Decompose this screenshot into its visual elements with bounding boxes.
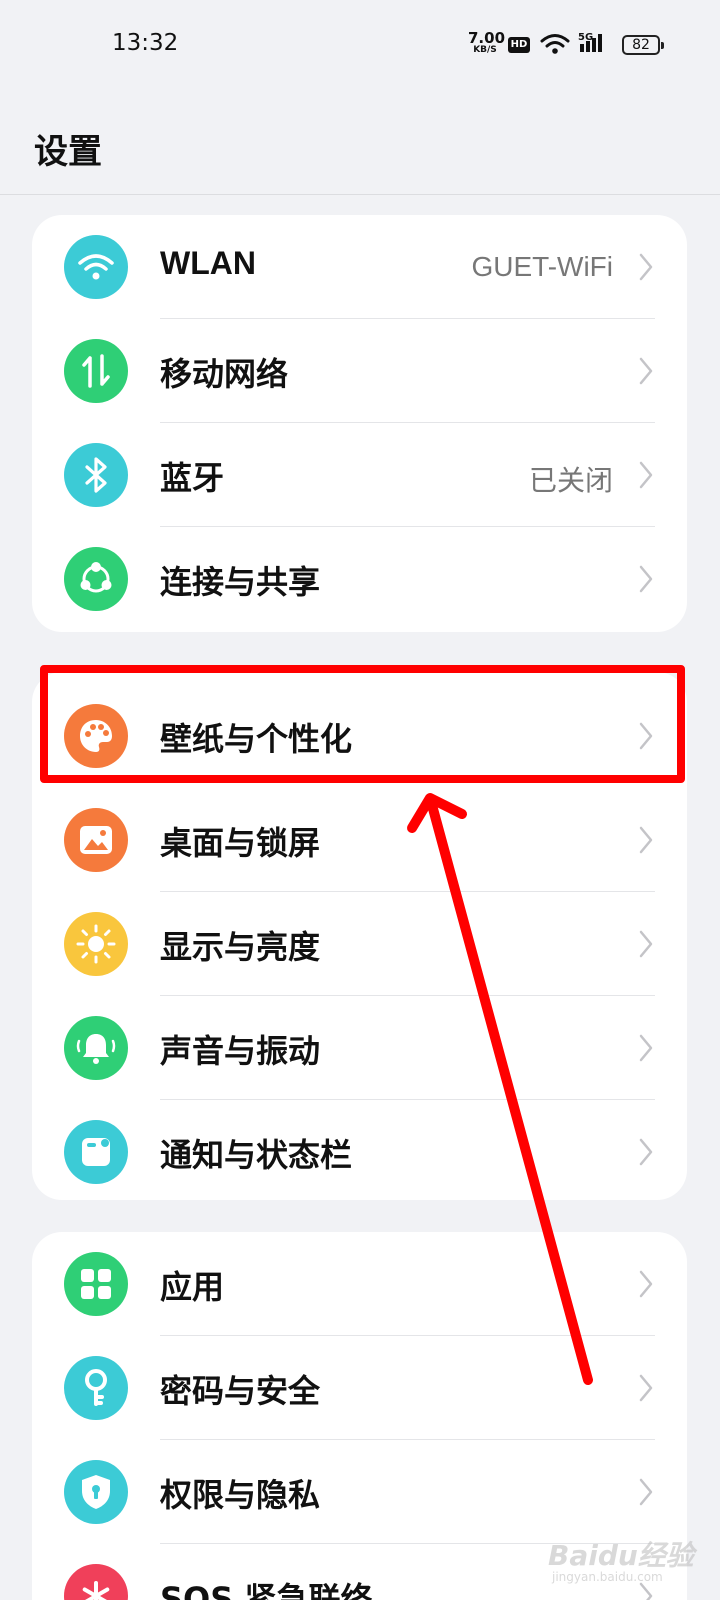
mobile-data-icon bbox=[64, 339, 128, 403]
status-time: 13:32 bbox=[112, 30, 179, 56]
network-speed-unit: KB/S bbox=[473, 45, 497, 55]
watermark-url: jingyan.baidu.com bbox=[552, 1570, 663, 1584]
bell-icon bbox=[64, 1016, 128, 1080]
settings-screen: 13:32 7.00 KB/S HD 5G 82 设置 WLAN GUET-Wi… bbox=[0, 0, 720, 1600]
shield-lock-icon bbox=[64, 1460, 128, 1524]
settings-item-label: 通知与状态栏 bbox=[160, 1136, 353, 1174]
settings-item-label: 应用 bbox=[160, 1268, 225, 1306]
settings-item-password-security[interactable]: 密码与安全 bbox=[32, 1336, 687, 1440]
chevron-right-icon bbox=[639, 565, 653, 597]
chevron-right-icon bbox=[639, 1138, 653, 1170]
chevron-right-icon bbox=[639, 1374, 653, 1406]
page-title: 设置 bbox=[34, 132, 102, 172]
settings-item-apps[interactable]: 应用 bbox=[32, 1232, 687, 1336]
wifi-status-icon bbox=[540, 32, 570, 60]
network-speed-value: 7.00 bbox=[468, 29, 506, 47]
settings-item-connection-sharing[interactable]: 连接与共享 bbox=[32, 527, 687, 631]
settings-item-value: 已关闭 bbox=[528, 464, 613, 497]
watermark-text: Baidu经验 bbox=[548, 1539, 694, 1572]
wifi-icon bbox=[64, 235, 128, 299]
hd-badge: HD bbox=[508, 37, 530, 53]
key-icon bbox=[64, 1356, 128, 1420]
share-icon bbox=[64, 547, 128, 611]
watermark-logo: Baidu经验 jingyan.baidu.com bbox=[548, 1512, 708, 1592]
settings-item-label: 显示与亮度 bbox=[160, 928, 321, 966]
highlight-box bbox=[40, 665, 685, 783]
settings-item-label: WLAN bbox=[160, 245, 256, 281]
sos-icon bbox=[64, 1564, 128, 1600]
notification-icon bbox=[64, 1120, 128, 1184]
settings-item-notifications-statusbar[interactable]: 通知与状态栏 bbox=[32, 1100, 687, 1200]
sun-icon bbox=[64, 912, 128, 976]
cellular-signal-icon: 5G bbox=[578, 30, 622, 60]
picture-icon bbox=[64, 808, 128, 872]
settings-item-label: 移动网络 bbox=[160, 355, 289, 393]
settings-item-label: 声音与振动 bbox=[160, 1032, 321, 1070]
chevron-right-icon bbox=[639, 1034, 653, 1066]
status-bar: 13:32 7.00 KB/S HD 5G 82 bbox=[0, 0, 720, 92]
header: 设置 bbox=[0, 92, 720, 195]
settings-item-label: 权限与隐私 bbox=[160, 1476, 321, 1514]
settings-item-label: 桌面与锁屏 bbox=[160, 824, 321, 862]
settings-item-sound-vibration[interactable]: 声音与振动 bbox=[32, 996, 687, 1100]
battery-indicator: 82 bbox=[622, 35, 664, 55]
settings-item-value: GUET-WiFi bbox=[471, 251, 613, 282]
bluetooth-icon bbox=[64, 443, 128, 507]
settings-item-label: 连接与共享 bbox=[160, 563, 321, 601]
settings-item-display-brightness[interactable]: 显示与亮度 bbox=[32, 892, 687, 996]
signal-type-label: 5G bbox=[578, 32, 593, 43]
chevron-right-icon bbox=[639, 357, 653, 389]
settings-group-connectivity: WLAN GUET-WiFi 移动网络 蓝牙 已关闭 连接与共享 bbox=[32, 215, 687, 632]
chevron-right-icon bbox=[639, 826, 653, 858]
chevron-right-icon bbox=[639, 930, 653, 962]
settings-item-desktop-lockscreen[interactable]: 桌面与锁屏 bbox=[32, 788, 687, 892]
settings-item-wlan[interactable]: WLAN GUET-WiFi bbox=[32, 215, 687, 319]
chevron-right-icon bbox=[639, 1478, 653, 1510]
apps-grid-icon bbox=[64, 1252, 128, 1316]
settings-item-label: 密码与安全 bbox=[160, 1372, 321, 1410]
settings-item-label: 蓝牙 bbox=[160, 459, 225, 497]
settings-item-mobile-network[interactable]: 移动网络 bbox=[32, 319, 687, 423]
network-speed: 7.00 KB/S bbox=[468, 29, 506, 55]
settings-item-label: SOS 紧急联络 bbox=[160, 1580, 373, 1600]
chevron-right-icon bbox=[639, 1270, 653, 1302]
chevron-right-icon bbox=[639, 253, 653, 285]
chevron-right-icon bbox=[639, 461, 653, 493]
settings-item-bluetooth[interactable]: 蓝牙 已关闭 bbox=[32, 423, 687, 527]
